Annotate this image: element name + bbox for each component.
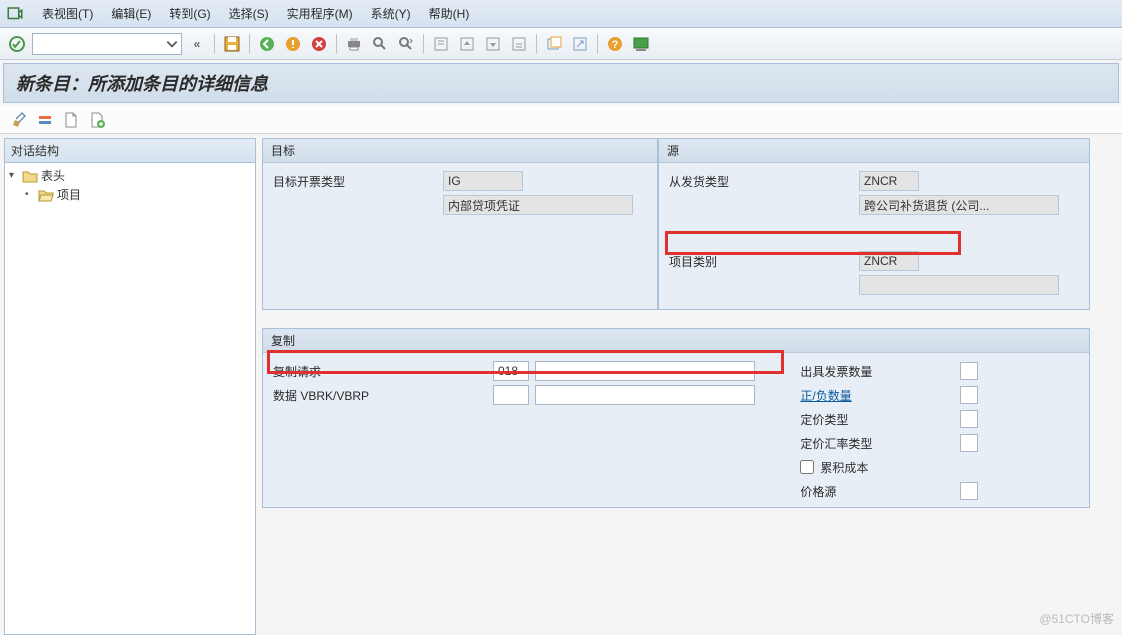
invoice-qty-label: 出具发票数量 — [800, 363, 960, 380]
data-vbrk-input[interactable] — [493, 385, 529, 405]
menu-system[interactable]: 系统(Y) — [371, 5, 411, 22]
menu-edit[interactable]: 编辑(E) — [111, 5, 151, 22]
target-billing-type-label: 目标开票类型 — [273, 173, 443, 190]
target-billing-type-value: IG — [443, 171, 523, 191]
enter-icon[interactable] — [6, 33, 28, 55]
source-item-category-label: 项目类别 — [669, 253, 859, 270]
copy-req-label: 复制请求 — [273, 363, 493, 380]
page-header: 新条目：所添加条目的详细信息 — [3, 63, 1119, 103]
tree-node-item[interactable]: • 项目 — [9, 185, 251, 204]
menu-utilities[interactable]: 实用程序(M) — [287, 5, 353, 22]
menu-table-view[interactable]: 表视图(T) — [42, 5, 93, 22]
toolbar-divider — [423, 34, 424, 54]
page-title: 新条目：所添加条目的详细信息 — [16, 70, 1106, 96]
cumulated-checkbox[interactable] — [800, 460, 814, 474]
main-area: 对话结构 ▾ 表头 • 项目 目标 目标开票类型 IG — [0, 134, 1122, 635]
copy-group-title: 复制 — [263, 329, 1089, 353]
exit-icon[interactable] — [282, 33, 304, 55]
menu-select[interactable]: 选择(S) — [229, 5, 269, 22]
copy-entry-icon[interactable] — [88, 111, 106, 129]
toolbar-divider — [336, 34, 337, 54]
posneg-qty-box[interactable] — [960, 386, 978, 404]
new-entry-icon[interactable] — [62, 111, 80, 129]
new-session-icon[interactable] — [543, 33, 565, 55]
source-delivery-type-desc: 跨公司补货退货 (公司... — [859, 195, 1059, 215]
tree-node-label: 项目 — [57, 186, 81, 203]
copy-req-desc-input[interactable] — [535, 361, 755, 381]
pricing-type-label: 定价类型 — [800, 411, 960, 428]
toolbar-divider — [214, 34, 215, 54]
source-item-category-desc — [859, 275, 1059, 295]
tree-header: 对话结构 — [5, 139, 255, 163]
source-group-title: 源 — [659, 139, 1089, 163]
cumulated-label: 累积成本 — [820, 459, 868, 476]
invoice-qty-box[interactable] — [960, 362, 978, 380]
first-page-icon[interactable]: « — [186, 33, 208, 55]
source-delivery-type-value: ZNCR — [859, 171, 919, 191]
data-vbrk-desc-input[interactable] — [535, 385, 755, 405]
pricing-type-box[interactable] — [960, 410, 978, 428]
menu-goto[interactable]: 转到(G) — [169, 5, 210, 22]
page-up-icon[interactable] — [456, 33, 478, 55]
posneg-qty-link[interactable]: 正/负数量 — [800, 387, 960, 404]
data-vbrk-label: 数据 VBRK/VBRP — [273, 387, 493, 404]
change-icon[interactable] — [10, 111, 28, 129]
source-delivery-type-label: 从发货类型 — [669, 173, 859, 190]
copy-req-input[interactable] — [493, 361, 529, 381]
toolbar: « ? — [0, 28, 1122, 60]
folder-open-icon — [38, 188, 54, 202]
page-first-icon[interactable] — [430, 33, 452, 55]
layout-icon[interactable] — [630, 33, 652, 55]
app-toolbar — [0, 106, 1122, 134]
print-icon[interactable] — [343, 33, 365, 55]
watermark: @51CTO博客 — [1039, 610, 1114, 627]
source-item-category-value: ZNCR — [859, 251, 919, 271]
page-down-icon[interactable] — [482, 33, 504, 55]
tree-panel: 对话结构 ▾ 表头 • 项目 — [4, 138, 256, 635]
price-source-box[interactable] — [960, 482, 978, 500]
target-billing-type-desc: 内部贷项凭证 — [443, 195, 633, 215]
tree-node-label: 表头 — [41, 167, 65, 184]
target-group: 目标 目标开票类型 IG 内部贷项凭证 — [262, 138, 658, 310]
command-field[interactable] — [32, 33, 182, 55]
copy-group: 复制 复制请求 数据 VBRK/VBRP — [262, 328, 1090, 508]
pricing-rate-label: 定价汇率类型 — [800, 435, 960, 452]
toolbar-divider — [249, 34, 250, 54]
find-icon[interactable] — [369, 33, 391, 55]
price-source-label: 价格源 — [800, 483, 960, 500]
cancel-icon[interactable] — [308, 33, 330, 55]
menu-bar: 表视图(T) 编辑(E) 转到(G) 选择(S) 实用程序(M) 系统(Y) 帮… — [0, 0, 1122, 28]
toolbar-divider — [597, 34, 598, 54]
help-icon[interactable]: ? — [604, 33, 626, 55]
save-icon[interactable] — [221, 33, 243, 55]
back-icon[interactable] — [256, 33, 278, 55]
target-group-title: 目标 — [263, 139, 657, 163]
toolbar-divider — [536, 34, 537, 54]
tree-node-header[interactable]: ▾ 表头 — [9, 166, 251, 185]
page-last-icon[interactable] — [508, 33, 530, 55]
source-group: 源 从发货类型 ZNCR 跨公司补货退货 (公司... 项目类别 ZNCR — [658, 138, 1090, 310]
find-next-icon[interactable] — [395, 33, 417, 55]
content-panel: 目标 目标开票类型 IG 内部贷项凭证 源 从发货类型 ZNCR — [262, 138, 1114, 635]
menu-help[interactable]: 帮助(H) — [429, 5, 470, 22]
folder-closed-icon — [22, 169, 38, 183]
delete-icon[interactable] — [36, 111, 54, 129]
pricing-rate-box[interactable] — [960, 434, 978, 452]
sap-menu-icon[interactable] — [6, 5, 24, 23]
create-shortcut-icon[interactable] — [569, 33, 591, 55]
svg-text:?: ? — [612, 39, 619, 51]
